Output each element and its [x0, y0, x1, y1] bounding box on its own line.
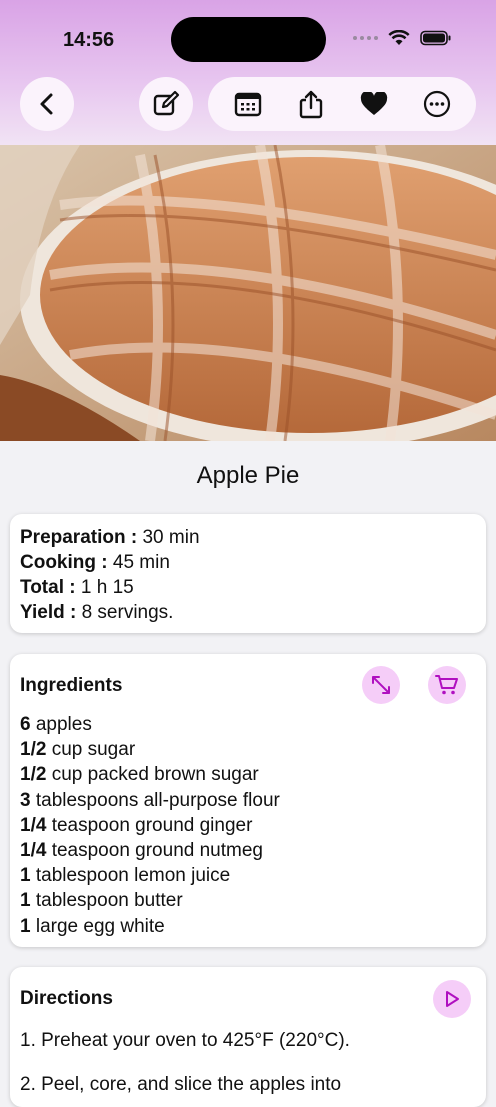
- dynamic-island: [171, 17, 326, 62]
- directions-title: Directions: [20, 988, 113, 1009]
- share-icon: [299, 90, 322, 119]
- info-yield: Yield : 8 servings.: [20, 602, 174, 623]
- ingredients-card: Ingredients 6 apples 1/2 cup sugar 1/2 c…: [10, 654, 486, 947]
- share-button[interactable]: [289, 82, 333, 126]
- list-item: 1/2 cup packed brown sugar: [20, 764, 259, 786]
- list-item: 1/4 teaspoon ground nutmeg: [20, 840, 263, 862]
- signal-icon: [353, 36, 378, 40]
- expand-icon: [372, 676, 390, 694]
- list-item: 1/2 cup sugar: [20, 739, 136, 761]
- top-bar: 14:56: [0, 0, 496, 145]
- more-button[interactable]: [415, 82, 459, 126]
- status-time: 14:56: [63, 29, 115, 51]
- back-button[interactable]: [20, 77, 74, 131]
- wifi-icon: [388, 30, 410, 45]
- directions-card: Directions 1. Preheat your oven to 425°F…: [10, 967, 486, 1107]
- battery-icon: [420, 30, 451, 46]
- ingredients-title: Ingredients: [20, 675, 123, 696]
- info-total: Total : 1 h 15: [20, 577, 134, 598]
- apple-pie-image: [0, 145, 496, 441]
- cart-icon: [435, 675, 458, 695]
- info-preparation: Preparation : 30 min: [20, 527, 200, 548]
- list-item: 3 tablespoons all-purpose flour: [20, 789, 280, 811]
- play-icon: [446, 991, 459, 1007]
- direction-step: 1. Preheat your oven to 425°F (220°C).: [20, 1030, 350, 1051]
- list-item: 1/4 teaspoon ground ginger: [20, 814, 253, 836]
- list-item: 6 apples: [20, 714, 92, 735]
- ingredient-list: 6 apples 1/2 cup sugar 1/2 cup packed br…: [20, 712, 280, 939]
- status-icons: [353, 30, 452, 46]
- add-to-cart-button[interactable]: [428, 666, 466, 704]
- direction-step: 2. Peel, core, and slice the apples into: [20, 1074, 342, 1095]
- info-card: Preparation : 30 min Cooking : 45 min To…: [10, 514, 486, 633]
- play-button[interactable]: [433, 980, 471, 1018]
- calendar-icon: [234, 92, 261, 117]
- list-item: 1 tablespoon butter: [20, 890, 183, 912]
- list-item: 1 tablespoon lemon juice: [20, 865, 231, 887]
- heart-icon: [360, 92, 387, 115]
- edit-button[interactable]: [139, 77, 193, 131]
- calendar-button[interactable]: [226, 82, 270, 126]
- recipe-title: Apple Pie: [196, 462, 300, 489]
- favorite-button[interactable]: [352, 82, 396, 126]
- list-item: 1 large egg white: [20, 915, 165, 937]
- edit-icon: [153, 90, 180, 116]
- more-icon: [423, 90, 450, 118]
- back-icon: [40, 93, 53, 115]
- info-cooking: Cooking : 45 min: [20, 552, 170, 573]
- expand-button[interactable]: [362, 666, 400, 704]
- recipe-photo: [0, 145, 496, 441]
- action-pill: [208, 77, 476, 131]
